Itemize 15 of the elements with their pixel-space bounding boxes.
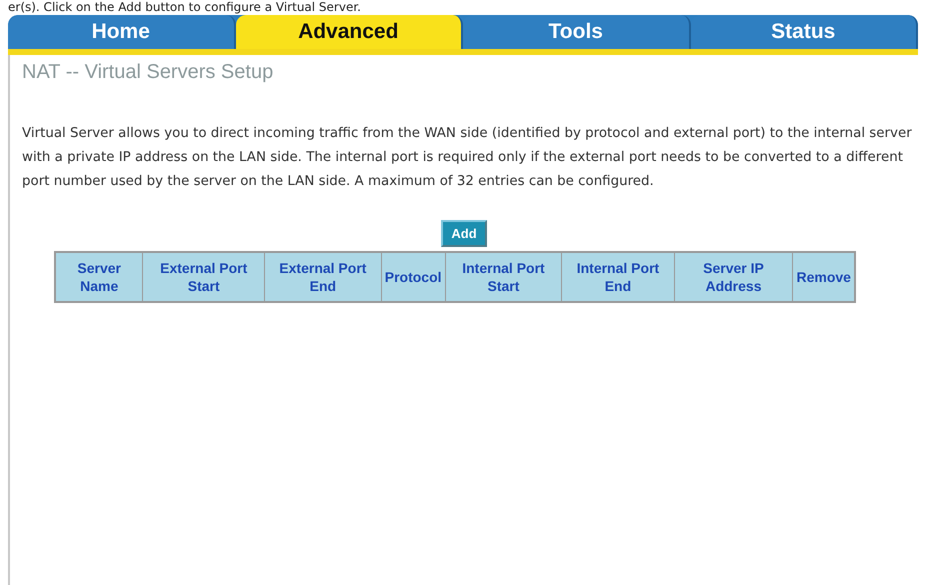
caption-text: er(s). Click on the Add button to configure a Virtual Server. bbox=[7, 0, 362, 15]
column-header: Internal Port End bbox=[562, 252, 674, 302]
nav-tab[interactable]: Advanced bbox=[236, 15, 463, 49]
nav-tab[interactable]: Status bbox=[690, 15, 918, 49]
column-header: Protocol bbox=[381, 252, 446, 302]
page-title: NAT -- Virtual Servers Setup bbox=[22, 60, 274, 84]
column-header: Server Name bbox=[55, 252, 143, 302]
description-text: Virtual Server allows you to direct incoming traffic from the WAN side (identified by protocol and external port) to the internal server with a private IP address on the LAN side. The internal port is required only if the external port needs to be converted to a different port number used by the server on the LAN side. A maximum of 32 entries can be configured. bbox=[22, 125, 913, 191]
column-header: Server IP Address bbox=[674, 252, 793, 302]
column-header: External Port Start bbox=[142, 252, 264, 302]
column-header: Remove bbox=[792, 252, 855, 302]
column-header: Internal Port Start bbox=[445, 252, 562, 302]
column-header: External Port End bbox=[264, 252, 382, 302]
nav-tab[interactable]: Home bbox=[8, 15, 236, 49]
add-button[interactable]: Add bbox=[441, 220, 487, 247]
